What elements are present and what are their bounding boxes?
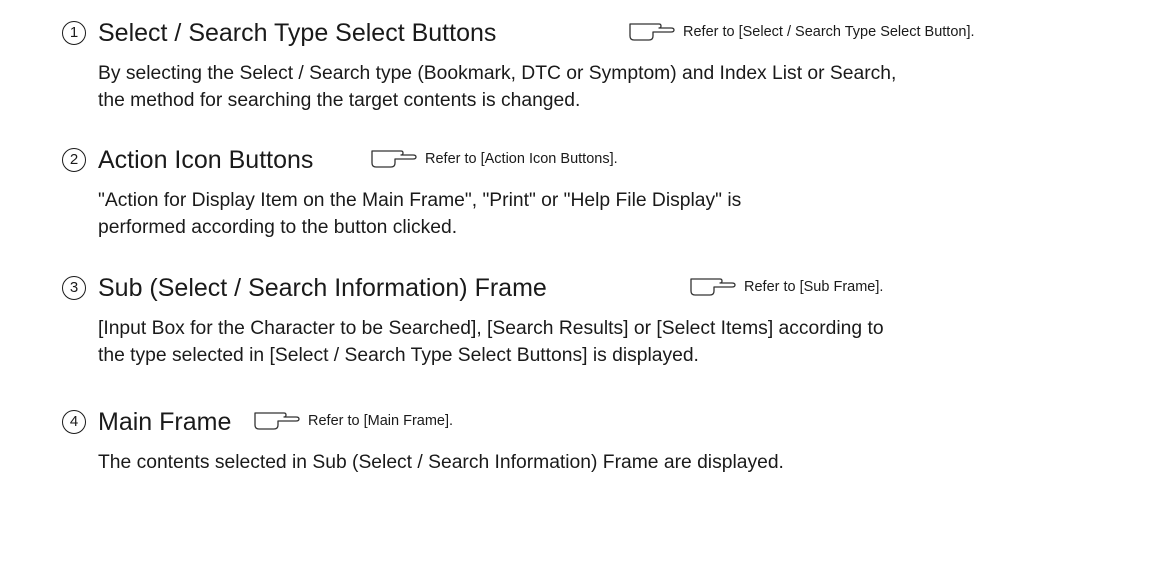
description-line: [Input Box for the Character to be Searc… [98, 318, 884, 339]
pointing-hand-icon [690, 278, 736, 296]
item-number-badge: 4 [62, 410, 86, 434]
refer-link[interactable]: Refer to [Select / Search Type Select Bu… [627, 22, 975, 42]
item-3: 3 Sub (Select / Search Information) Fram… [62, 272, 1162, 366]
refer-text: Refer to [Select / Search Type Select Bu… [683, 24, 975, 40]
description-line: By selecting the Select / Search type (B… [98, 63, 897, 84]
description-line: The contents selected in Sub (Select / S… [98, 452, 784, 473]
description-line: performed according to the button clicke… [98, 217, 458, 238]
item-title: Sub (Select / Search Information) Frame [98, 274, 547, 302]
pointing-hand-icon [629, 23, 675, 41]
item-number-badge: 1 [62, 21, 86, 45]
refer-link[interactable]: Refer to [Sub Frame]. [688, 277, 883, 297]
item-title: Main Frame [98, 408, 232, 436]
item-4: 4 Main Frame Refer to [Main Frame]. The … [62, 406, 1162, 473]
refer-text: Refer to [Main Frame]. [308, 413, 454, 429]
description-line: the method for searching the target cont… [98, 90, 581, 111]
item-description: By selecting the Select / Search type (B… [98, 60, 1165, 114]
item-description: "Action for Display Item on the Main Fra… [98, 187, 1165, 241]
item-heading: 2 Action Icon Buttons Refer to [Action I… [62, 144, 1162, 178]
description-line: "Action for Display Item on the Main Fra… [98, 190, 742, 211]
item-description: The contents selected in Sub (Select / S… [98, 449, 1165, 476]
item-description: [Input Box for the Character to be Searc… [98, 315, 1165, 369]
refer-link[interactable]: Refer to [Main Frame]. [252, 411, 453, 431]
item-2: 2 Action Icon Buttons Refer to [Action I… [62, 144, 1162, 238]
item-number-badge: 3 [62, 276, 86, 300]
item-heading: 4 Main Frame Refer to [Main Frame]. [62, 406, 1162, 440]
item-number-badge: 2 [62, 148, 86, 172]
pointing-hand-icon [254, 412, 300, 430]
refer-text: Refer to [Sub Frame]. [744, 279, 884, 295]
refer-text: Refer to [Action Icon Buttons]. [425, 151, 618, 167]
item-title: Select / Search Type Select Buttons [98, 19, 497, 47]
item-heading: 3 Sub (Select / Search Information) Fram… [62, 272, 1162, 306]
item-heading: 1 Select / Search Type Select Buttons Re… [62, 17, 1162, 51]
pointing-hand-icon [371, 150, 417, 168]
description-line: the type selected in [Select / Search Ty… [98, 345, 699, 366]
refer-link[interactable]: Refer to [Action Icon Buttons]. [369, 149, 618, 169]
item-1: 1 Select / Search Type Select Buttons Re… [62, 17, 1162, 111]
item-title: Action Icon Buttons [98, 146, 314, 174]
